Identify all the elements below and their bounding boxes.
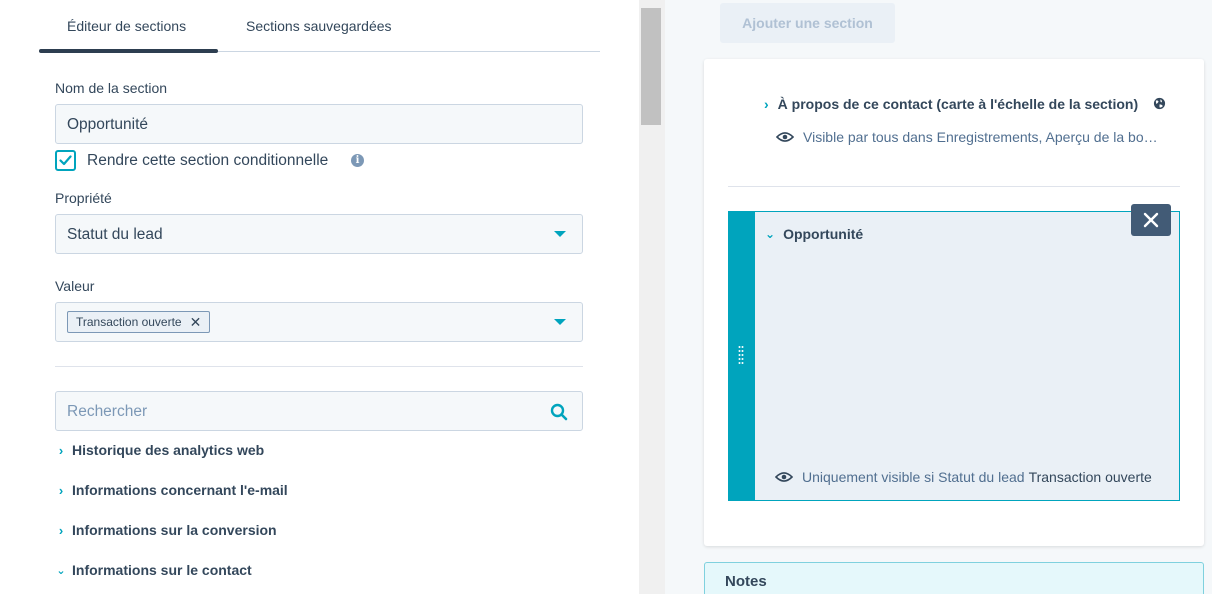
check-icon xyxy=(59,155,72,166)
property-select[interactable]: Statut du lead xyxy=(55,214,583,254)
chevron-right-icon: › xyxy=(58,442,64,458)
section-title: À propos de ce contact (carte à l'échell… xyxy=(777,96,1139,112)
conditional-checkbox[interactable] xyxy=(55,150,76,171)
conditional-label: Rendre cette section conditionnelle xyxy=(87,152,329,169)
property-group-label: Informations concernant l'e-mail xyxy=(72,482,288,498)
divider xyxy=(55,366,583,367)
property-group-email[interactable]: › Informations concernant l'e-mail xyxy=(55,482,288,498)
property-group-web-analytics[interactable]: › Historique des analytics web xyxy=(55,442,264,458)
chevron-right-icon: › xyxy=(58,522,64,538)
eye-icon xyxy=(775,471,793,483)
scrollbar-thumb[interactable] xyxy=(641,8,661,125)
sections-card: › À propos de ce contact (carte à l'éche… xyxy=(704,59,1204,546)
chevron-right-icon: › xyxy=(58,482,64,498)
conditional-visibility: Uniquement visible si Statut du lead Tra… xyxy=(775,469,1152,485)
chevron-down-icon: ⌄ xyxy=(56,564,66,577)
section-visibility: Visible par tous dans Enregistrements, A… xyxy=(776,129,1158,145)
divider xyxy=(728,186,1180,187)
notes-title: Notes xyxy=(725,573,767,590)
tab-saved-sections[interactable]: Sections sauvegardées xyxy=(246,18,392,34)
property-group-conversion[interactable]: › Informations sur la conversion xyxy=(55,522,277,538)
value-tag-label: Transaction ouverte xyxy=(76,315,182,329)
visibility-text: Uniquement visible si Statut du lead xyxy=(802,469,1025,485)
add-section-button[interactable]: Ajouter une section xyxy=(720,3,895,43)
section-about-contact[interactable]: › À propos de ce contact (carte à l'éche… xyxy=(764,96,1138,112)
eye-icon xyxy=(776,131,794,143)
left-panel-scrollbar[interactable] xyxy=(639,0,665,594)
remove-tag-icon[interactable]: ✕ xyxy=(190,312,202,332)
section-name-input[interactable]: Opportunité xyxy=(55,104,583,144)
section-opportunite[interactable]: ⌄ Opportunité Uniquement visible si Stat… xyxy=(728,204,1180,501)
property-select-value: Statut du lead xyxy=(67,226,163,243)
section-name-label: Nom de la section xyxy=(55,80,168,96)
property-group-contact[interactable]: ⌄ Informations sur le contact xyxy=(55,562,252,578)
caret-down-icon xyxy=(554,231,566,237)
chevron-down-icon: ⌄ xyxy=(765,227,776,241)
value-tag: Transaction ouverte ✕ xyxy=(67,311,211,333)
tab-section-editor[interactable]: Éditeur de sections xyxy=(67,18,186,34)
drag-handle-icon[interactable] xyxy=(738,345,744,367)
notes-section[interactable]: Notes xyxy=(704,562,1204,594)
section-editor-panel: Éditeur de sections Sections sauvegardée… xyxy=(0,0,640,594)
section-title-row[interactable]: ⌄ Opportunité xyxy=(765,226,863,242)
visibility-text: Visible par tous dans Enregistrements, A… xyxy=(803,129,1158,145)
preview-panel: Ajouter une section › À propos de ce con… xyxy=(665,0,1212,594)
active-tab-indicator xyxy=(39,49,218,53)
search-placeholder: Rechercher xyxy=(67,403,148,420)
search-icon[interactable] xyxy=(550,403,568,421)
property-group-label: Informations sur la conversion xyxy=(72,522,277,538)
globe-icon xyxy=(1153,97,1166,110)
property-group-label: Informations sur le contact xyxy=(72,562,252,578)
value-label: Valeur xyxy=(55,278,95,294)
close-button[interactable] xyxy=(1131,204,1171,236)
section-name-value: Opportunité xyxy=(67,116,148,133)
property-label: Propriété xyxy=(55,190,112,206)
visibility-value: Transaction ouverte xyxy=(1028,469,1152,485)
chevron-right-icon: › xyxy=(764,96,769,112)
value-multiselect[interactable]: Transaction ouverte ✕ xyxy=(55,302,583,342)
caret-down-icon xyxy=(554,319,566,325)
close-icon xyxy=(1143,212,1159,228)
section-title: Opportunité xyxy=(783,226,864,242)
drag-bar[interactable] xyxy=(729,212,755,500)
info-icon[interactable]: i xyxy=(351,154,364,167)
property-group-label: Historique des analytics web xyxy=(72,442,265,458)
search-input[interactable]: Rechercher xyxy=(55,391,583,431)
tab-bar: Éditeur de sections Sections sauvegardée… xyxy=(39,0,600,53)
